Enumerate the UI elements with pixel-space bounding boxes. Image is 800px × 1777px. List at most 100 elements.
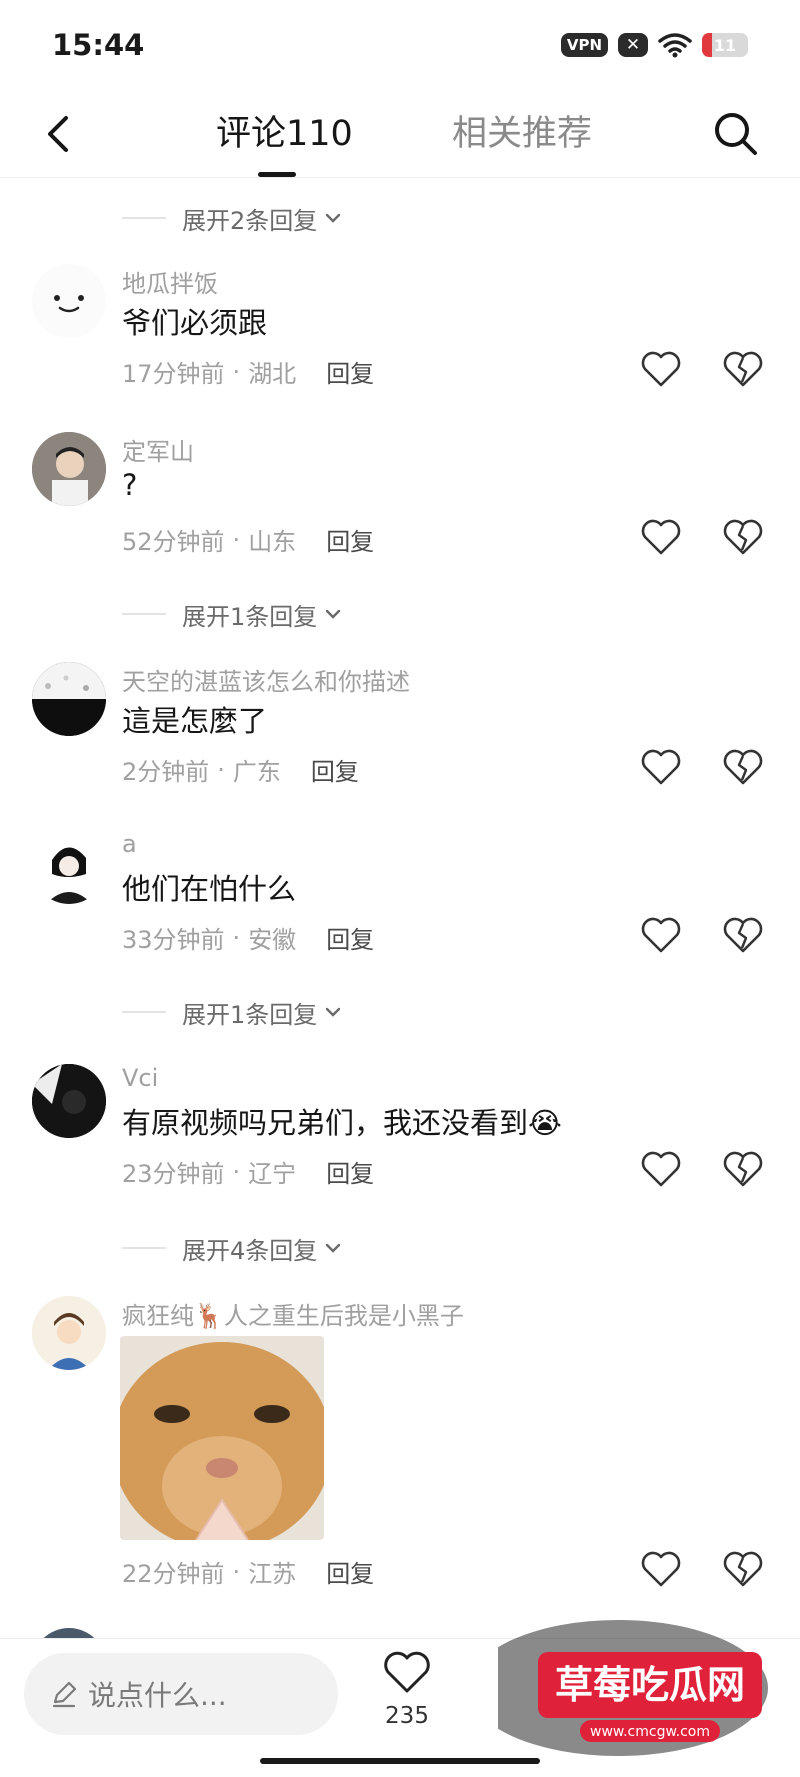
- heart-icon[interactable]: [640, 517, 682, 557]
- heart-icon[interactable]: [640, 1549, 682, 1589]
- active-tab-indicator: [258, 172, 296, 177]
- heart-icon[interactable]: [640, 915, 682, 955]
- comment-item: 地瓜拌饭 爷们必须跟 17分钟前 · 湖北 回复: [0, 264, 800, 414]
- comment-text: ?: [122, 468, 138, 502]
- comment-time: 17分钟前: [122, 360, 225, 388]
- meta-separator: ·: [232, 357, 241, 386]
- x-app-badge: ✕: [618, 33, 648, 57]
- expand-replies-label: 展开1条回复: [182, 602, 318, 631]
- reply-button[interactable]: 回复: [326, 1154, 374, 1189]
- reply-button[interactable]: 回复: [326, 1554, 374, 1589]
- search-icon[interactable]: [710, 108, 762, 160]
- broken-heart-icon[interactable]: [722, 1149, 764, 1189]
- comment-list[interactable]: 展开2条回复 地瓜拌饭 爷们必须跟 17分钟前 · 湖北 回复 定军山 ? 52…: [0, 178, 800, 1638]
- expand-replies-label: 展开4条回复: [182, 1236, 318, 1265]
- broken-heart-icon[interactable]: [722, 747, 764, 787]
- comment-item: a 他们在怕什么 33分钟前 · 安徽 回复: [0, 830, 800, 960]
- comment-location: 安徽: [248, 926, 297, 954]
- broken-heart-icon[interactable]: [722, 349, 764, 389]
- comment-username[interactable]: a: [122, 830, 137, 858]
- comment-time: 52分钟前: [122, 528, 225, 556]
- chevron-down-icon: [326, 1243, 341, 1253]
- avatar[interactable]: [32, 1296, 106, 1370]
- comment-location: 辽宁: [248, 1160, 297, 1188]
- reply-button[interactable]: 回复: [326, 920, 374, 955]
- broken-heart-icon[interactable]: [722, 517, 764, 557]
- expand-replies-label: 展开2条回复: [182, 206, 318, 235]
- expand-replies-row[interactable]: 展开1条回复: [122, 594, 343, 634]
- comment-username[interactable]: 定军山: [122, 432, 194, 467]
- expand-replies-row[interactable]: 展开2条回复: [122, 198, 343, 238]
- comment-username[interactable]: 疯狂纯🦌人之重生后我是小黑子: [122, 1296, 464, 1331]
- meta-separator: ·: [232, 525, 241, 554]
- comment-username[interactable]: 天空的湛蓝该怎么和你描述: [122, 662, 410, 697]
- broken-heart-icon[interactable]: [722, 1549, 764, 1589]
- meta-separator: ·: [232, 1557, 241, 1586]
- heart-icon: [384, 1651, 430, 1693]
- back-arrow-icon[interactable]: [36, 110, 84, 158]
- reply-button[interactable]: 回复: [326, 522, 374, 557]
- comment-username[interactable]: 地瓜拌饭: [122, 264, 218, 299]
- like-count: 235: [385, 1703, 429, 1729]
- avatar[interactable]: [32, 830, 106, 904]
- avatar[interactable]: [32, 662, 106, 736]
- comment-meta: 23分钟前 · 辽宁 回复: [122, 1154, 374, 1189]
- comment-location: 广东: [232, 758, 281, 786]
- expand-replies-row[interactable]: 展开1条回复: [122, 992, 343, 1032]
- comment-time: 23分钟前: [122, 1160, 225, 1188]
- chevron-down-icon: [326, 609, 341, 619]
- avatar[interactable]: [32, 264, 106, 338]
- chevron-down-icon: [326, 213, 341, 223]
- vpn-badge: VPN: [560, 33, 608, 57]
- comment-item: 天空的湛蓝该怎么和你描述 這是怎麼了 2分钟前 · 广东 回复: [0, 662, 800, 792]
- comment-meta: 2分钟前 · 广东 回复: [122, 752, 359, 787]
- status-time: 15:44: [52, 28, 145, 62]
- home-indicator: [260, 1758, 540, 1764]
- comment-meta: 17分钟前 · 湖北 回复: [122, 354, 374, 389]
- meta-separator: ·: [217, 755, 225, 784]
- comment-meta: 22分钟前 · 江苏 回复: [122, 1554, 374, 1589]
- expand-replies-row[interactable]: 展开4条回复: [122, 1228, 343, 1268]
- comment-location: 江苏: [248, 1560, 297, 1588]
- comment-username[interactable]: Vci: [122, 1064, 158, 1092]
- comment-input-placeholder: 说点什么...: [88, 1679, 227, 1712]
- comment-text: 他们在怕什么: [122, 872, 297, 906]
- comment-time: 22分钟前: [122, 1560, 225, 1588]
- reply-button[interactable]: 回复: [326, 354, 374, 389]
- avatar[interactable]: [32, 1064, 106, 1138]
- tab-comments[interactable]: 评论110: [216, 112, 353, 156]
- status-icons: VPN ✕ 11: [560, 32, 748, 58]
- comment-time: 33分钟前: [122, 926, 225, 954]
- chevron-down-icon: [326, 1007, 341, 1017]
- status-bar: 15:44 VPN ✕ 11: [0, 0, 800, 90]
- comment-text: 爷们必须跟: [122, 306, 268, 340]
- broken-heart-icon[interactable]: [722, 915, 764, 955]
- comment-location: 山东: [248, 528, 297, 556]
- like-video-button[interactable]: 235: [376, 1649, 438, 1759]
- heart-icon[interactable]: [640, 1149, 682, 1189]
- comment-item: Vci 有原视频吗兄弟们，我还没看到😭 23分钟前 · 辽宁 回复: [0, 1064, 800, 1194]
- comment-location: 湖北: [248, 360, 297, 388]
- heart-icon[interactable]: [640, 747, 682, 787]
- wifi-icon: [658, 33, 692, 58]
- comment-image-cat-meme[interactable]: [120, 1336, 324, 1540]
- tab-related[interactable]: 相关推荐: [452, 112, 592, 156]
- watermark-url: www.cmcgw.com: [590, 1724, 710, 1740]
- watermark-title: 草莓吃瓜网: [555, 1663, 745, 1707]
- battery-indicator: 11: [702, 33, 748, 57]
- comment-meta: 52分钟前 · 山东 回复: [122, 522, 374, 557]
- comment-item: 定军山 ? 52分钟前 · 山东 回复: [0, 432, 800, 562]
- avatar[interactable]: [32, 432, 106, 506]
- avatar[interactable]: [32, 1628, 106, 1638]
- site-watermark: 草莓吃瓜网 www.cmcgw.com: [468, 1620, 800, 1760]
- comment-input[interactable]: 说点什么...: [24, 1653, 338, 1735]
- top-nav: 评论110 相关推荐: [0, 90, 800, 178]
- comment-text: 有原视频吗兄弟们，我还没看到😭: [122, 1106, 562, 1140]
- expand-replies-label: 展开1条回复: [182, 1000, 318, 1029]
- heart-icon[interactable]: [640, 349, 682, 389]
- meta-separator: ·: [232, 1157, 241, 1186]
- reply-button[interactable]: 回复: [311, 752, 359, 787]
- battery-level: 11: [713, 35, 737, 55]
- comment-time: 2分钟前: [122, 758, 210, 786]
- comment-meta: 33分钟前 · 安徽 回复: [122, 920, 374, 955]
